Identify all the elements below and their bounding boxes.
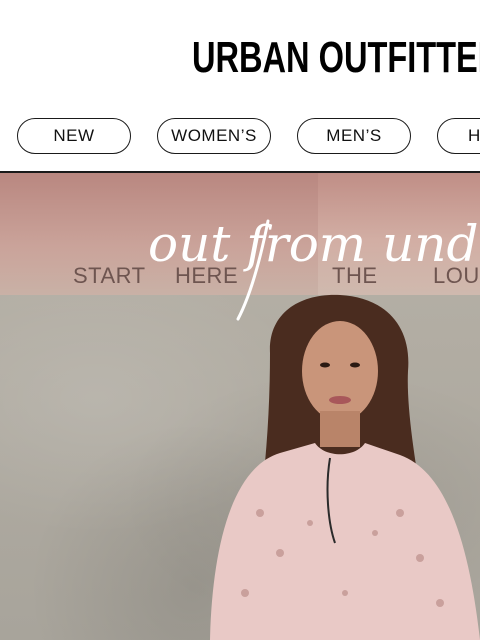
model-eye-right: [350, 362, 360, 368]
site-header: URBAN OUTFITTERS NEW WOMEN’S MEN’S HOME: [0, 0, 480, 172]
model-eye-left: [320, 362, 330, 368]
nav-womens-button[interactable]: WOMEN’S: [157, 118, 271, 154]
model-neck: [320, 411, 360, 447]
brand-logo[interactable]: URBAN OUTFITTERS: [192, 30, 480, 86]
nav-new-button[interactable]: NEW: [17, 118, 131, 154]
model-face: [302, 321, 378, 421]
model-lips: [329, 396, 351, 404]
hero-script-text: out from under: [148, 215, 480, 273]
nav-home-button[interactable]: HOME: [437, 118, 480, 154]
nav-mens-button[interactable]: MEN’S: [297, 118, 411, 154]
category-nav: NEW WOMEN’S MEN’S HOME: [0, 118, 480, 156]
hero-model-photo: [210, 294, 480, 640]
hero-banner[interactable]: START HERE THE LOUD out from under: [0, 173, 480, 640]
model-jacket: [210, 443, 480, 640]
hero-word-start: START: [73, 263, 146, 288]
